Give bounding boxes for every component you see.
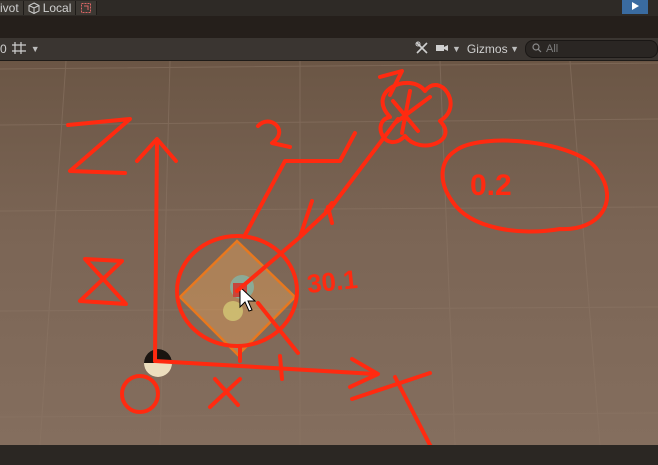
- tools-button[interactable]: [415, 40, 429, 58]
- red-annotations: [66, 69, 610, 455]
- bottom-bar: [0, 445, 658, 465]
- local-global-toggle-button[interactable]: Local: [23, 1, 77, 15]
- camera-dropdown-arrow-icon: ▼: [449, 44, 461, 54]
- grid-snap-icon: [11, 41, 27, 58]
- scene-view[interactable]: 0.2 30.1: [0, 60, 658, 455]
- camera-icon: [435, 42, 449, 57]
- top-toolbar: ivot Local: [0, 0, 658, 16]
- cube-icon: [28, 2, 40, 14]
- pivot-label: ivot: [0, 1, 19, 15]
- local-label: Local: [42, 1, 72, 15]
- tools-icon: [415, 41, 429, 58]
- angle-annotation: 30.1: [305, 264, 358, 299]
- gizmos-label: Gizmos: [466, 42, 508, 56]
- search-placeholder: All: [546, 43, 559, 55]
- scene-grid: [0, 60, 658, 446]
- scene-canvas[interactable]: 0.2 30.1: [0, 60, 658, 455]
- pivot-toggle-button[interactable]: ivot: [0, 1, 24, 15]
- distance-annotation: 0.2: [470, 169, 512, 202]
- increment-snap-button[interactable]: [76, 1, 98, 15]
- annotation-labels: 0.2 30.1: [305, 169, 511, 299]
- scene-view-toolbar: 0 ▼ ▼ Gizmos ▼ All: [0, 38, 658, 61]
- gizmos-dropdown[interactable]: Gizmos ▼: [467, 40, 519, 58]
- search-input[interactable]: All: [525, 40, 658, 58]
- grid-dropdown-arrow-icon[interactable]: ▼: [31, 40, 40, 58]
- play-button[interactable]: [622, 0, 648, 14]
- grid-snap-button[interactable]: [11, 40, 27, 58]
- snap-grid-icon: [80, 2, 92, 14]
- play-icon: [630, 0, 640, 14]
- search-icon: [532, 42, 542, 56]
- camera-button[interactable]: ▼: [435, 40, 461, 58]
- tab-strip: [0, 16, 658, 38]
- gizmos-dropdown-arrow-icon: ▼: [507, 44, 519, 54]
- toolbar-value: 0: [0, 42, 7, 56]
